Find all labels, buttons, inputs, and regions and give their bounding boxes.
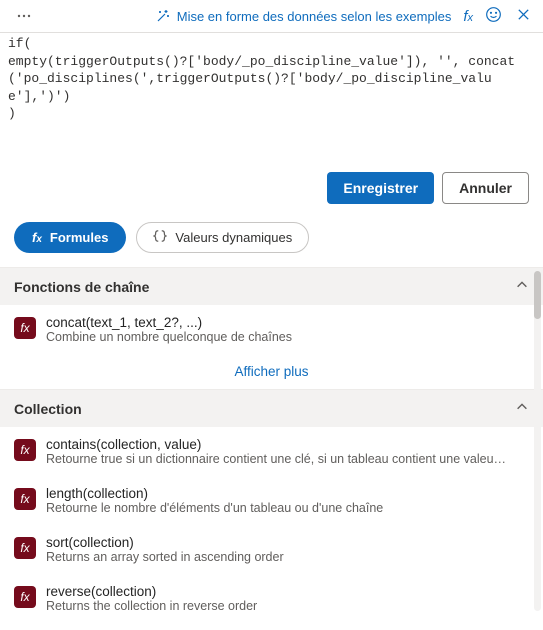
fx-badge-icon: fx [14, 317, 36, 339]
function-row-reverse[interactable]: fx reverse(collection) Returns the colle… [0, 574, 524, 623]
function-name: sort(collection) [46, 535, 510, 550]
function-text: contains(collection, value) Retourne tru… [46, 437, 510, 466]
function-desc: Combine un nombre quelconque de chaînes [46, 330, 510, 344]
tab-dynamic-values-label: Valeurs dynamiques [175, 230, 292, 245]
fx-badge-icon: fx [14, 488, 36, 510]
function-name: length(collection) [46, 486, 510, 501]
expression-editor[interactable]: if( empty(triggerOutputs()?['body/_po_di… [0, 32, 543, 160]
function-desc: Retourne le nombre d'éléments d'un table… [46, 501, 510, 515]
function-desc: Retourne true si un dictionnaire contien… [46, 452, 510, 466]
function-text: length(collection) Retourne le nombre d'… [46, 486, 510, 515]
group-title: Collection [14, 401, 82, 417]
feedback-button[interactable] [485, 6, 502, 26]
function-name: concat(text_1, text_2?, ...) [46, 315, 510, 330]
function-row-length[interactable]: fx length(collection) Retourne le nombre… [0, 476, 524, 525]
function-desc: Returns the collection in reverse order [46, 599, 510, 613]
function-row-concat[interactable]: fx concat(text_1, text_2?, ...) Combine … [0, 305, 524, 354]
header-bar: Mise en forme des données selon les exem… [0, 0, 543, 32]
fx-icon: fx [32, 230, 42, 245]
wand-icon [155, 8, 171, 24]
more-icon [16, 8, 32, 24]
group-header-string-functions[interactable]: Fonctions de chaîne [0, 267, 543, 305]
cancel-button[interactable]: Annuler [442, 172, 529, 204]
function-desc: Returns an array sorted in ascending ord… [46, 550, 510, 564]
smile-icon [485, 6, 502, 23]
scrollbar-thumb[interactable] [534, 271, 541, 319]
tab-formulas[interactable]: fx Formules [14, 222, 126, 253]
fx-badge-icon: fx [14, 537, 36, 559]
tab-dynamic-values[interactable]: Valeurs dynamiques [136, 222, 309, 253]
fx-badge-icon: fx [14, 586, 36, 608]
fx-badge-icon: fx [14, 439, 36, 461]
mode-pills: fx Formules Valeurs dynamiques [0, 222, 543, 267]
chevron-up-icon [515, 400, 529, 417]
close-icon [516, 7, 531, 22]
show-more-link[interactable]: Afficher plus [0, 354, 543, 389]
save-button[interactable]: Enregistrer [327, 172, 434, 204]
function-text: reverse(collection) Returns the collecti… [46, 584, 510, 613]
group-title: Fonctions de chaîne [14, 279, 149, 295]
formula-mode-icon[interactable]: fx [463, 8, 473, 25]
tab-formulas-label: Formules [50, 230, 109, 245]
panel-title-text: Mise en forme des données selon les exem… [177, 9, 452, 24]
panel-title: Mise en forme des données selon les exem… [155, 8, 452, 24]
group-header-collection[interactable]: Collection [0, 389, 543, 427]
braces-icon [153, 229, 167, 246]
function-name: reverse(collection) [46, 584, 510, 599]
function-text: concat(text_1, text_2?, ...) Combine un … [46, 315, 510, 344]
function-name: contains(collection, value) [46, 437, 510, 452]
scrollbar[interactable] [534, 271, 541, 611]
close-button[interactable] [514, 7, 533, 25]
function-row-contains[interactable]: fx contains(collection, value) Retourne … [0, 427, 524, 476]
button-row: Enregistrer Annuler [0, 160, 543, 222]
function-list: Fonctions de chaîne fx concat(text_1, te… [0, 267, 543, 623]
more-menu[interactable] [10, 8, 38, 24]
function-row-sort[interactable]: fx sort(collection) Returns an array sor… [0, 525, 524, 574]
chevron-up-icon [515, 278, 529, 295]
function-text: sort(collection) Returns an array sorted… [46, 535, 510, 564]
